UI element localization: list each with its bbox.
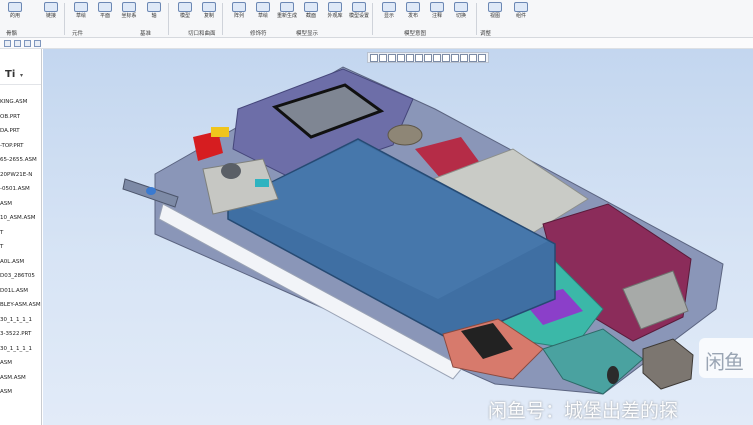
tree-item[interactable]: A0L.ASM: [0, 259, 24, 265]
ribbon-icon: [406, 2, 420, 12]
quick-access-bar: [0, 38, 753, 49]
ribbon-icon: [488, 2, 502, 12]
tree-item[interactable]: 30_1_1_1_1: [0, 346, 32, 352]
tree-item[interactable]: ASM: [0, 201, 12, 207]
ribbon-icon: [514, 2, 528, 12]
folder-icon[interactable]: [34, 40, 41, 47]
ribbon-icon: [382, 2, 396, 12]
ribbon-icon: [8, 2, 22, 12]
cyan-connector: [255, 179, 269, 187]
ribbon-button[interactable]: 显示: [378, 2, 400, 19]
ribbon-button[interactable]: 坐标系: [118, 2, 140, 19]
ribbon-icon: [352, 2, 366, 12]
ribbon-icon: [232, 2, 246, 12]
ribbon-group-label: 切口和曲面: [188, 31, 216, 37]
ribbon-button[interactable]: 复制: [198, 2, 220, 19]
ribbon-button[interactable]: 切换: [450, 2, 472, 19]
ribbon-button[interactable]: 外观库: [324, 2, 346, 19]
tree-item[interactable]: -0501.ASM: [0, 186, 30, 192]
ribbon-icon: [122, 2, 136, 12]
ribbon-toolbar: 的用 链接 草绘 平面 坐标系 轴 模型 复制 阵列 草绘 重新生成 截面 外观…: [0, 0, 753, 38]
graphics-canvas[interactable]: 闲鱼 闲鱼号：城堡出差的探: [43, 49, 753, 425]
tree-item[interactable]: T: [0, 244, 3, 250]
ribbon-button[interactable]: 截面: [300, 2, 322, 19]
ribbon-icon: [430, 2, 444, 12]
ribbon-group-label: 调整: [480, 31, 492, 37]
ribbon-icon: [304, 2, 318, 12]
watermark-badge: 闲鱼: [699, 338, 753, 378]
usb-connector: [642, 338, 694, 390]
ribbon-icon: [202, 2, 216, 12]
tree-item[interactable]: D03_286T05: [0, 273, 35, 279]
ribbon-button[interactable]: 视图: [484, 2, 506, 19]
ribbon-button[interactable]: 链接: [40, 2, 62, 19]
tree-item[interactable]: ASM.ASM: [0, 375, 26, 381]
ribbon-button[interactable]: 重新生成: [276, 2, 298, 19]
tree-item[interactable]: D01L.ASM: [0, 288, 28, 294]
ribbon-icon: [256, 2, 270, 12]
phone-assembly-model[interactable]: [43, 49, 753, 425]
save-icon[interactable]: [4, 40, 11, 47]
tree-item[interactable]: 3-3522.PRT: [0, 331, 31, 337]
tree-item[interactable]: 30_1_1_1_1: [0, 317, 32, 323]
ribbon-icon: [147, 2, 161, 12]
ribbon-button[interactable]: 平面: [94, 2, 116, 19]
ribbon-button[interactable]: 注释: [426, 2, 448, 19]
tree-item[interactable]: ASM: [0, 389, 12, 395]
ribbon-icon: [280, 2, 294, 12]
watermark-text: 闲鱼号：城堡出差的探: [488, 400, 679, 422]
ribbon-group-label: 模型意图: [404, 31, 427, 37]
ribbon-group-label: 模型显示: [296, 31, 319, 37]
tree-item[interactable]: BLEY-ASM.ASM: [0, 302, 41, 308]
tree-item[interactable]: 20PW21E-N: [0, 172, 32, 178]
undo-icon[interactable]: [14, 40, 21, 47]
ribbon-button[interactable]: 阵列: [228, 2, 250, 19]
ribbon-button[interactable]: 草绘: [252, 2, 274, 19]
tree-item[interactable]: KING.ASM: [0, 99, 27, 105]
vibration-motor: [387, 124, 423, 146]
side-key: [221, 163, 241, 179]
sim-tray-pin: [607, 366, 619, 384]
model-tree-panel: Ti ▾ KING.ASM OB.PRT DA.PRT -TOP.PRT 65-2655…: [0, 49, 42, 425]
ribbon-icon: [328, 2, 342, 12]
ribbon-button[interactable]: 组件: [510, 2, 532, 19]
ribbon-group-label: 修饰符: [250, 31, 267, 37]
tree-item[interactable]: DA.PRT: [0, 128, 20, 134]
ribbon-icon: [178, 2, 192, 12]
ribbon-button[interactable]: 草绘: [70, 2, 92, 19]
ribbon-button[interactable]: 轴: [143, 2, 165, 19]
ribbon-icon: [454, 2, 468, 12]
tree-item[interactable]: ASM: [0, 360, 12, 366]
ribbon-button[interactable]: 发布: [402, 2, 424, 19]
ribbon-icon: [98, 2, 112, 12]
yellow-chip: [211, 127, 229, 137]
tree-item[interactable]: T: [0, 230, 3, 236]
tree-item[interactable]: -TOP.PRT: [0, 143, 23, 149]
ribbon-button[interactable]: 的用: [4, 2, 26, 19]
ribbon-group-label: 基准: [140, 31, 152, 37]
tree-item[interactable]: 65-2655.ASM: [0, 157, 37, 163]
chevron-down-icon[interactable]: ▾: [20, 72, 23, 79]
redo-icon[interactable]: [24, 40, 31, 47]
ribbon-button[interactable]: 模型设置: [348, 2, 370, 19]
ribbon-button[interactable]: 模型: [174, 2, 196, 19]
model-tree-header: Ti ▾: [0, 49, 41, 85]
tree-item[interactable]: OB.PRT: [0, 114, 20, 120]
ribbon-icon: [44, 2, 58, 12]
ribbon-group-label: 元件: [72, 31, 84, 37]
tree-item[interactable]: 10_ASM.ASM: [0, 215, 36, 221]
blue-grommet: [146, 187, 156, 195]
ribbon-icon: [74, 2, 88, 12]
ribbon-group-label: 骨骼: [6, 31, 18, 37]
model-tree-title: Ti: [5, 69, 16, 80]
